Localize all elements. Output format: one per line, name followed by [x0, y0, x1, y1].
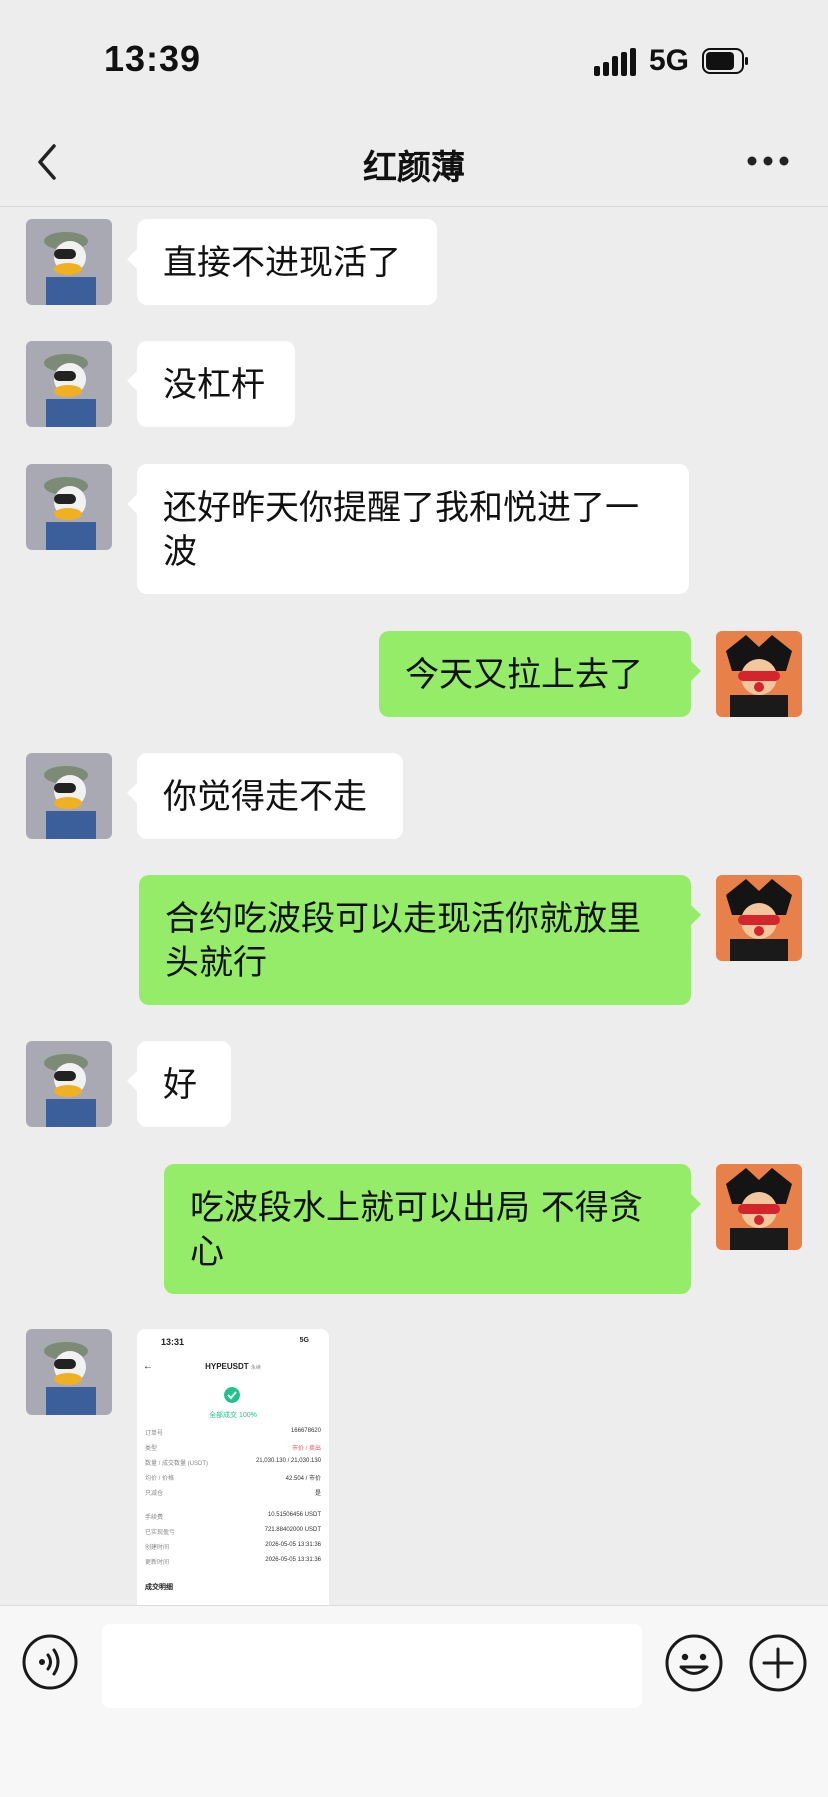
status-bar: 13:39 5G	[0, 0, 828, 120]
battery-icon	[702, 48, 748, 74]
contact-avatar[interactable]	[26, 219, 112, 305]
image-title: HYPEUSDT 永续	[205, 1362, 261, 1371]
status-time: 13:39	[104, 38, 202, 79]
message-bubble[interactable]: 吃波段水上就可以出局 不得贪 心	[164, 1164, 701, 1294]
image-row: 已实现盈亏 721.88402000 USDT	[145, 1527, 321, 1536]
chat-area[interactable]: 直接不进现活了 没杠杆 还好昨天你提醒了我和悦进了一 波 今天又拉上去了 你觉得…	[0, 207, 828, 1605]
message-bubble[interactable]: 直接不进现活了	[127, 219, 437, 305]
contact-avatar[interactable]	[26, 341, 112, 427]
image-message[interactable]: 13:31 5G ← HYPEUSDT 永续 全部成交 100% 订单号 1666…	[137, 1329, 329, 1619]
image-row: 数量 / 成交数量 (USDT) 21,030.130 / 21,030.130	[145, 1458, 321, 1467]
ellipsis-icon[interactable]	[746, 154, 790, 168]
message-bubble[interactable]: 今天又拉上去了	[379, 631, 701, 717]
signal-icon	[594, 48, 636, 76]
my-avatar[interactable]	[716, 631, 802, 717]
contact-avatar[interactable]	[26, 1329, 112, 1415]
chat-title: 红颜薄	[363, 148, 465, 188]
voice-icon[interactable]	[22, 1634, 78, 1690]
message-bubble[interactable]: 你觉得走不走	[127, 753, 403, 839]
image-row: 创建时间 2026-05-05 13:31:36	[145, 1542, 321, 1551]
my-avatar[interactable]	[716, 1164, 802, 1250]
image-row: 均价 / 价格 42.504 / 市价	[145, 1476, 321, 1482]
check-icon	[224, 1387, 240, 1403]
plus-icon[interactable]	[749, 1634, 807, 1692]
image-fill-status: 全部成交 100%	[209, 1412, 257, 1419]
image-row: 订单号 166678620	[145, 1428, 321, 1437]
contact-avatar[interactable]	[26, 1041, 112, 1127]
image-row: 手续费 10.51506456 USDT	[145, 1512, 321, 1521]
image-row: 更新时间 2026-05-05 13:31:36	[145, 1557, 321, 1566]
message-bubble[interactable]: 合约吃波段可以走现活你就放里 头就行	[139, 875, 701, 1005]
emoji-icon[interactable]	[665, 1634, 723, 1692]
nav-bar: 红颜薄	[0, 120, 828, 207]
message-bubble[interactable]: 还好昨天你提醒了我和悦进了一 波	[127, 464, 689, 594]
image-status-time: 13:31	[161, 1337, 185, 1347]
image-row: 类型 市价 / 卖出	[145, 1446, 321, 1452]
image-section-title: 成交明细	[145, 1584, 173, 1591]
image-row: 只减仓是	[145, 1491, 321, 1497]
message-input[interactable]	[102, 1624, 642, 1708]
message-bubble[interactable]: 没杠杆	[127, 341, 295, 427]
input-bar	[0, 1605, 828, 1797]
message-bubble[interactable]: 好	[127, 1041, 231, 1127]
contact-avatar[interactable]	[26, 464, 112, 550]
contact-avatar[interactable]	[26, 753, 112, 839]
my-avatar[interactable]	[716, 875, 802, 961]
image-network-label: 5G	[299, 1337, 309, 1344]
network-label: 5G	[649, 44, 690, 77]
